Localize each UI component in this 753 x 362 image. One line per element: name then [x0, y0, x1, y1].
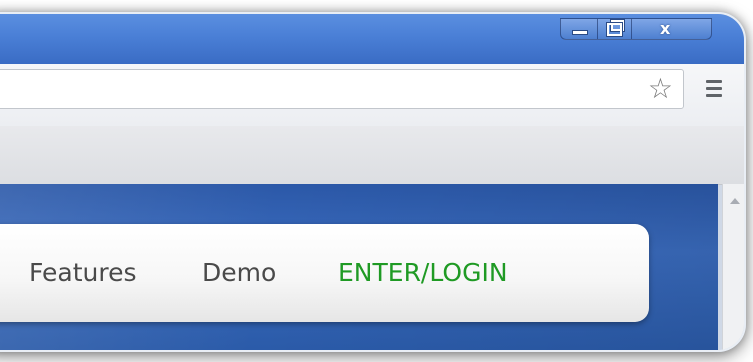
- restore-button[interactable]: [598, 18, 632, 40]
- browser-window: x ☆ Features Demo ENTER/LOGIN: [0, 12, 746, 352]
- site-nav-bar: Features Demo ENTER/LOGIN: [0, 224, 649, 322]
- scroll-up-arrow-icon[interactable]: [730, 198, 740, 204]
- minimize-icon: [572, 30, 588, 35]
- nav-link-demo[interactable]: Demo: [202, 258, 276, 287]
- bookmarks-bar: [0, 126, 744, 185]
- star-icon[interactable]: ☆: [648, 74, 673, 104]
- hamburger-menu-icon[interactable]: [706, 80, 722, 101]
- close-icon: x: [660, 19, 671, 38]
- page-viewport: Features Demo ENTER/LOGIN: [0, 184, 718, 350]
- nav-link-features[interactable]: Features: [29, 258, 137, 287]
- vertical-scrollbar[interactable]: [722, 184, 744, 350]
- address-bar[interactable]: ☆: [0, 69, 684, 109]
- title-bar: x: [0, 14, 744, 64]
- minimize-button[interactable]: [560, 18, 598, 40]
- nav-link-enter-login[interactable]: ENTER/LOGIN: [338, 258, 508, 287]
- close-button[interactable]: x: [632, 18, 712, 40]
- restore-icon: [607, 23, 622, 36]
- browser-toolbar: ☆: [0, 64, 744, 127]
